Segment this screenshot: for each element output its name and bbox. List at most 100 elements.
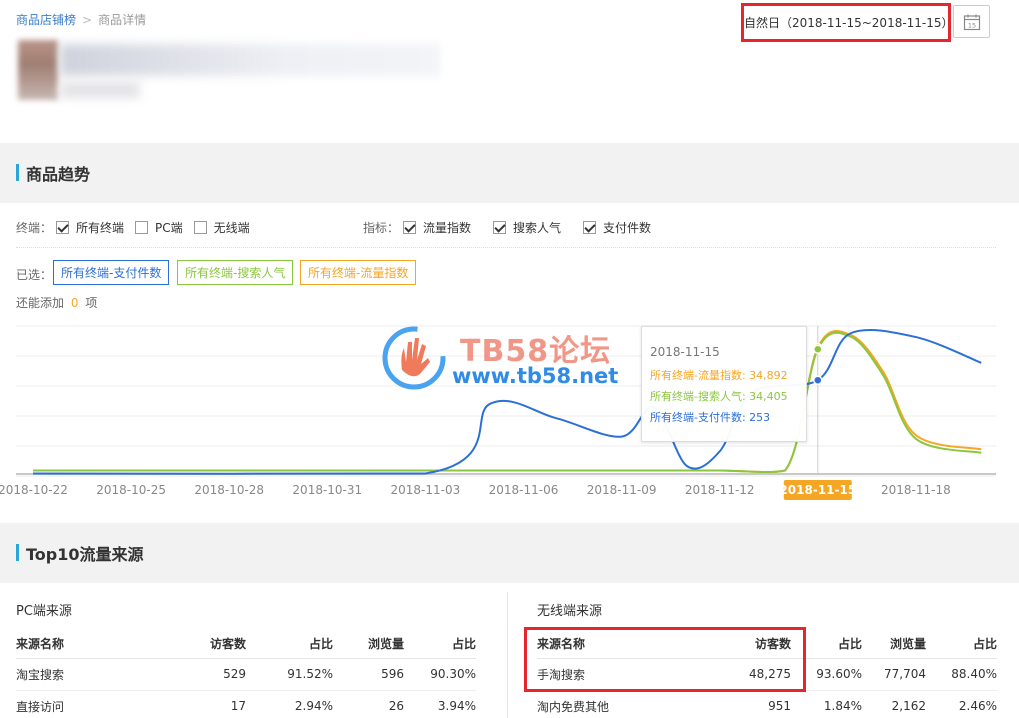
add-more-hint: 还能添加 0 项 (16, 294, 97, 311)
col-pageviews[interactable]: 浏览量 (862, 630, 926, 659)
col-pageview-ratio[interactable]: 占比 (404, 630, 476, 659)
selected-tag-paid-items[interactable]: 所有终端-支付件数 (53, 260, 170, 285)
hover-point (813, 344, 823, 354)
x-tick-label: 2018-10-31 (292, 483, 362, 497)
product-subtitle-blurred (60, 82, 140, 98)
cell-visitor-ratio: 93.60% (791, 658, 862, 691)
cell-pageview-ratio: 3.94% (404, 690, 476, 718)
selected-tag-label: 所有终端-流量指数 (308, 266, 409, 280)
cell-pageview-ratio: 88.40% (926, 658, 997, 691)
breadcrumb-root-link[interactable]: 商品店铺榜 (16, 13, 76, 27)
checkbox-checked-icon[interactable] (56, 221, 70, 234)
panel-divider (507, 592, 508, 718)
col-visitors[interactable]: 访客数 (657, 630, 791, 659)
calendar-icon: 15 (963, 14, 980, 30)
table-row[interactable]: 淘宝搜索 529 91.52% 596 90.30% (16, 658, 476, 691)
table-header-row: 来源名称 访客数 占比 浏览量 占比 (537, 630, 997, 659)
cell-pageviews: 596 (333, 658, 404, 691)
trend-section-title: 商品趋势 (26, 165, 91, 184)
cell-source-name: 淘内免费其他 (537, 690, 657, 718)
mobile-source-title: 无线端来源 (537, 604, 603, 619)
cell-visitors: 529 (136, 658, 246, 691)
pc-source-title: PC端来源 (16, 604, 72, 619)
metric-option-label: 搜索人气 (513, 221, 562, 235)
metric-option-paid-items[interactable]: 支付件数 (583, 219, 651, 236)
col-source-name[interactable]: 来源名称 (537, 630, 657, 659)
tooltip-date: 2018-11-15 (650, 345, 720, 359)
calendar-button[interactable]: 15 (953, 5, 990, 38)
tooltip-row-search-popularity: 所有终端-搜索人气: 34,405 (650, 389, 788, 403)
metric-option-label: 支付件数 (603, 221, 652, 235)
add-more-count: 0 (70, 296, 79, 310)
x-tick-label: 2018-10-25 (96, 483, 166, 497)
checkbox-unchecked-icon[interactable] (135, 221, 149, 234)
cell-pageviews: 26 (333, 690, 404, 718)
tooltip-row-paid-items: 所有终端-支付件数: 253 (650, 410, 771, 424)
cell-source-name: 直接访问 (16, 690, 136, 718)
product-image[interactable] (18, 40, 58, 100)
checkbox-checked-icon[interactable] (583, 221, 597, 234)
top10-section-header: Top10流量来源 (0, 523, 1019, 583)
table-row[interactable]: 淘内免费其他 951 1.84% 2,162 2.46% (537, 690, 997, 718)
cell-pageviews: 2,162 (862, 690, 926, 718)
pc-source-table: 来源名称 访客数 占比 浏览量 占比 淘宝搜索 529 91.52% 596 9… (16, 630, 476, 718)
breadcrumb-current: 商品详情 (98, 13, 147, 27)
x-tick-label: 2018-11-18 (881, 483, 951, 497)
col-pageviews[interactable]: 浏览量 (333, 630, 404, 659)
checkbox-checked-icon[interactable] (403, 221, 417, 234)
x-tick-label: 2018-10-28 (194, 483, 264, 497)
series-line-search-popularity (33, 331, 982, 474)
cell-source-name: 手淘搜索 (537, 658, 657, 691)
selected-label: 已选： (16, 268, 53, 282)
add-more-suffix: 项 (85, 296, 98, 310)
col-visitor-ratio[interactable]: 占比 (791, 630, 862, 659)
col-visitors[interactable]: 访客数 (136, 630, 246, 659)
selected-tag-traffic-index[interactable]: 所有终端-流量指数 (300, 260, 417, 285)
col-source-name[interactable]: 来源名称 (16, 630, 136, 659)
terminal-option-all[interactable]: 所有终端 (56, 219, 124, 236)
table-row[interactable]: 直接访问 17 2.94% 26 3.94% (16, 690, 476, 718)
terminal-option-mobile[interactable]: 无线端 (193, 219, 250, 236)
terminal-option-label: 无线端 (213, 221, 250, 235)
date-range-selector[interactable]: 自然日（2018-11-15~2018-11-15） (741, 3, 954, 42)
table-row[interactable]: 手淘搜索 48,275 93.60% 77,704 88.40% (537, 658, 997, 691)
cell-visitors: 17 (136, 690, 246, 718)
trend-chart[interactable]: 2018-10-22 2018-10-25 2018-10-28 2018-10-31… (0, 318, 1019, 508)
selected-tag-label: 所有终端-搜索人气 (185, 266, 286, 280)
x-tick-label: 2018-10-22 (0, 483, 68, 497)
col-pageview-ratio[interactable]: 占比 (926, 630, 997, 659)
cell-pageview-ratio: 90.30% (404, 658, 476, 691)
table-header-row: 来源名称 访客数 占比 浏览量 占比 (16, 630, 476, 659)
metric-option-search-popularity[interactable]: 搜索人气 (493, 219, 561, 236)
mobile-source-table: 来源名称 访客数 占比 浏览量 占比 手淘搜索 48,275 93.60% 77… (537, 630, 997, 718)
metric-filter-label: 指标： (363, 221, 400, 235)
cell-visitor-ratio: 1.84% (791, 690, 862, 718)
date-range-text: 自然日（2018-11-15~2018-11-15） (744, 16, 954, 30)
terminal-option-pc[interactable]: PC端 (135, 219, 183, 236)
series-line-paid-items (32, 329, 982, 475)
product-title-blurred (60, 44, 440, 76)
x-tick-label: 2018-11-15 (779, 483, 856, 497)
x-tick-label: 2018-11-06 (489, 483, 559, 497)
metric-option-label: 流量指数 (423, 221, 472, 235)
calendar-day-text: 15 (967, 21, 975, 29)
terminal-option-label: 所有终端 (76, 221, 125, 235)
breadcrumb: 商品店铺榜 > 商品详情 (16, 11, 146, 28)
x-tick-label: 2018-11-12 (685, 483, 755, 497)
checkbox-checked-icon[interactable] (493, 221, 507, 234)
terminal-filter: 终端： 所有终端 PC端 无线端 (16, 219, 250, 236)
cell-source-name: 淘宝搜索 (16, 658, 136, 691)
filter-divider (16, 247, 996, 248)
section-accent (16, 164, 19, 181)
cell-pageview-ratio: 2.46% (926, 690, 997, 718)
x-tick-label: 2018-11-03 (391, 483, 461, 497)
col-visitor-ratio[interactable]: 占比 (246, 630, 333, 659)
metric-option-traffic-index[interactable]: 流量指数 (403, 219, 471, 236)
cell-visitor-ratio: 91.52% (246, 658, 333, 691)
section-accent (16, 544, 19, 561)
selected-tag-search-popularity[interactable]: 所有终端-搜索人气 (177, 260, 294, 285)
checkbox-unchecked-icon[interactable] (193, 221, 207, 234)
terminal-filter-label: 终端： (16, 221, 53, 235)
cell-pageviews: 77,704 (862, 658, 926, 691)
cell-visitor-ratio: 2.94% (246, 690, 333, 718)
